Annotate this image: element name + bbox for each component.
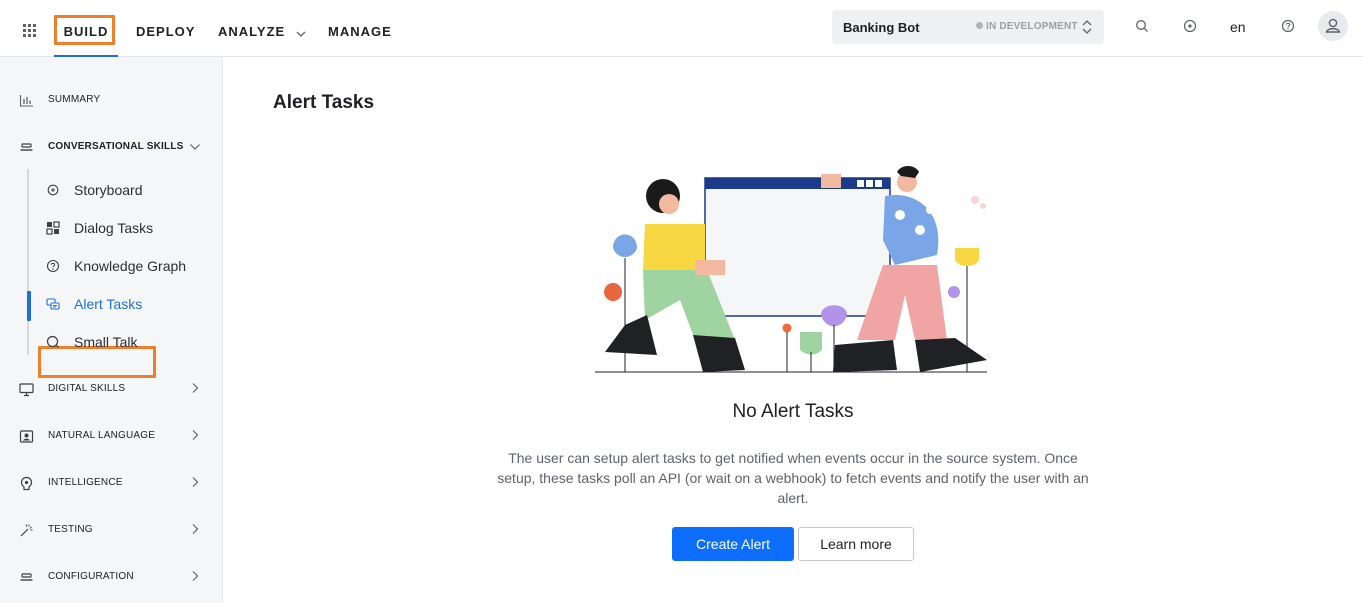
sidebar-section-label: DIGITAL SKILLS <box>48 383 126 394</box>
nav-build[interactable]: BUILD <box>54 0 118 57</box>
nav-manage-label: MANAGE <box>328 24 392 39</box>
bar-chart-icon <box>19 95 33 107</box>
empty-state-illustration <box>595 166 987 373</box>
sort-arrows-icon <box>1082 20 1092 34</box>
notification-icon[interactable] <box>1183 19 1197 33</box>
sidebar-section-testing[interactable]: TESTING <box>0 518 223 542</box>
sidebar-section-natural-language[interactable]: NATURAL LANGUAGE <box>0 424 223 448</box>
status-dot-icon <box>976 22 983 29</box>
page-title: Alert Tasks <box>273 92 375 113</box>
empty-state-description: The user can setup alert tasks to get no… <box>497 450 1089 506</box>
sidebar-section-intelligence[interactable]: INTELLIGENCE <box>0 471 223 495</box>
storyboard-icon <box>47 184 59 196</box>
sidebar-item-label: Knowledge Graph <box>74 258 187 274</box>
dialog-tasks-icon <box>46 221 60 235</box>
apps-grid-icon[interactable] <box>23 24 36 37</box>
empty-state-title: No Alert Tasks <box>732 401 854 422</box>
sidebar-item-alert-tasks[interactable]: Alert Tasks <box>40 291 210 317</box>
language-selector[interactable]: en <box>1230 19 1246 35</box>
settings-stack-icon <box>20 573 33 581</box>
sidebar-item-small-talk[interactable]: Small Talk <box>40 329 210 355</box>
tree-line <box>27 169 29 355</box>
sidebar-section-label: CONVERSATIONAL SKILLS <box>48 141 184 152</box>
top-bar: BUILD DEPLOY ANALYZE MANAGE Banking Bot … <box>0 0 1363 57</box>
sidebar: SUMMARY CONVERSATIONAL SKILLS Storyboard… <box>0 57 223 603</box>
sidebar-section-label: NATURAL LANGUAGE <box>48 430 156 441</box>
chevron-right-icon <box>192 477 199 487</box>
chevron-down-icon <box>296 31 306 37</box>
nav-deploy[interactable]: DEPLOY <box>136 0 195 57</box>
chevron-right-icon <box>192 524 199 534</box>
monitor-icon <box>19 383 34 397</box>
search-icon[interactable] <box>1135 19 1149 33</box>
create-alert-button[interactable]: Create Alert <box>672 527 794 561</box>
chevron-right-icon <box>192 430 199 440</box>
sidebar-section-conversational-skills[interactable]: CONVERSATIONAL SKILLS <box>0 135 223 159</box>
sidebar-item-label: Alert Tasks <box>74 296 143 312</box>
sidebar-section-configuration[interactable]: CONFIGURATION <box>0 565 223 589</box>
wand-icon <box>20 524 33 537</box>
knowledge-graph-icon <box>46 259 60 273</box>
sidebar-item-knowledge-graph[interactable]: Knowledge Graph <box>40 253 210 279</box>
help-icon[interactable] <box>1281 19 1295 33</box>
sidebar-item-dialog-tasks[interactable]: Dialog Tasks <box>40 215 210 241</box>
chevron-right-icon <box>192 571 199 581</box>
sidebar-section-label: TESTING <box>48 524 93 535</box>
layers-icon <box>20 143 33 151</box>
sidebar-section-digital-skills[interactable]: DIGITAL SKILLS <box>0 377 223 401</box>
chevron-down-icon <box>190 144 200 150</box>
nav-deploy-label: DEPLOY <box>136 24 196 39</box>
bot-status: IN DEVELOPMENT <box>976 21 1078 32</box>
sidebar-section-label: CONFIGURATION <box>48 571 134 582</box>
chevron-right-icon <box>192 383 199 393</box>
nav-analyze[interactable]: ANALYZE <box>218 0 306 57</box>
sidebar-item-label: Small Talk <box>74 334 138 350</box>
active-indicator <box>27 291 31 321</box>
sidebar-item-label: Dialog Tasks <box>74 220 154 236</box>
small-talk-icon <box>46 335 59 348</box>
nav-manage[interactable]: MANAGE <box>328 0 392 57</box>
nav-analyze-label: ANALYZE <box>218 24 286 39</box>
sidebar-item-storyboard[interactable]: Storyboard <box>40 177 210 203</box>
sidebar-section-label: SUMMARY <box>48 94 101 105</box>
user-avatar-icon <box>1325 18 1341 33</box>
bot-name: Banking Bot <box>843 20 920 35</box>
sidebar-section-label: INTELLIGENCE <box>48 477 123 488</box>
avatar[interactable] <box>1318 11 1348 41</box>
nlp-icon <box>19 430 34 443</box>
brain-icon <box>20 476 33 491</box>
build-highlight-box <box>54 15 115 45</box>
bot-selector[interactable]: Banking Bot IN DEVELOPMENT <box>832 10 1104 44</box>
sidebar-section-summary[interactable]: SUMMARY <box>0 88 223 112</box>
bot-status-label: IN DEVELOPMENT <box>986 21 1078 32</box>
sidebar-item-label: Storyboard <box>74 182 143 198</box>
alert-tasks-icon <box>46 298 60 310</box>
learn-more-button[interactable]: Learn more <box>798 527 914 561</box>
